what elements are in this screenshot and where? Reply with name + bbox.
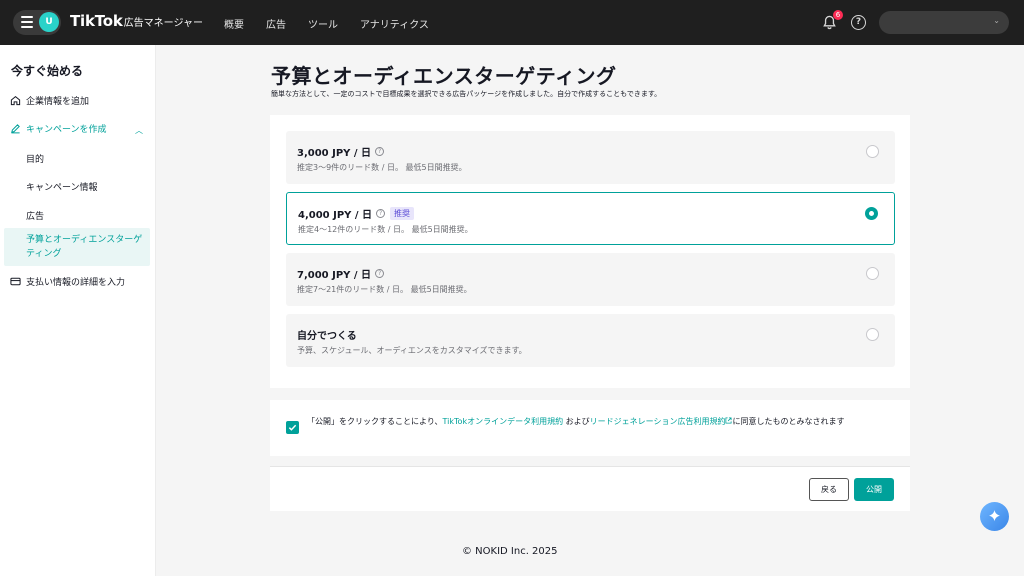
publish-button[interactable]: 公開 — [854, 478, 894, 501]
option-title: 7,000 JPY / 日? — [297, 266, 385, 281]
recommended-badge: 推奨 — [390, 207, 415, 220]
checkmark-icon — [288, 424, 297, 431]
sidebar-item-label: キャンペーンを作成 — [26, 125, 107, 135]
top-bar: U TikTok 広告マネージャー 概要 広告 ツール アナリティクス 6 ? … — [0, 0, 1024, 45]
option-title: 自分でつくる — [297, 327, 357, 342]
option-radio[interactable] — [866, 328, 879, 341]
chevron-down-icon: ⌄ — [993, 16, 1000, 25]
chevron-up-icon[interactable]: ︿ — [135, 125, 143, 136]
copyright: © NOKID Inc. 2025 — [462, 546, 558, 557]
option-radio[interactable] — [866, 267, 879, 280]
consent-mid: および — [563, 417, 590, 426]
option-title-text: 3,000 JPY / 日 — [297, 148, 372, 159]
sidebar-subitem-label: 予算とオーディエンスターゲティング — [26, 235, 143, 259]
budget-option-3000[interactable]: 3,000 JPY / 日? 推定3〜9件のリード数 / 日。 最低5日間推奨。 — [286, 131, 895, 184]
sidebar-subitem-budget-targeting[interactable]: 予算とオーディエンスターゲティング — [4, 228, 150, 266]
help-icon[interactable]: ? — [851, 15, 866, 30]
nav-ads[interactable]: 広告 — [266, 16, 286, 31]
notification-badge: 6 — [833, 10, 843, 20]
budget-option-7000[interactable]: 7,000 JPY / 日? 推定7〜21件のリード数 / 日。 最低5日間推奨… — [286, 253, 895, 306]
page-subtitle: 簡単な方法として、一定のコストで目標成果を選択できる広告パッケージを作成しました… — [271, 90, 662, 98]
option-description: 推定4〜12件のリード数 / 日。 最低5日間推奨。 — [298, 225, 473, 234]
budget-option-4000[interactable]: 4,000 JPY / 日? 推奨 推定4〜12件のリード数 / 日。 最低5日間… — [286, 192, 895, 245]
sidebar-item-create-campaign[interactable]: キャンペーンを作成 — [10, 122, 107, 135]
brand-name: TikTok — [70, 12, 123, 30]
consent-prefix: 「公開」をクリックすることにより、 — [307, 417, 443, 426]
leadgen-terms-link[interactable]: リードジェネレーション広告利用規約 — [590, 417, 726, 426]
home-icon — [10, 95, 21, 106]
brand-subtitle: 広告マネージャー — [123, 18, 203, 29]
budget-option-custom[interactable]: 自分でつくる 予算、スケジュール、オーディエンスをカスタマイズできます。 — [286, 314, 895, 367]
option-title-text: 7,000 JPY / 日 — [297, 270, 372, 281]
consent-panel: 「公開」をクリックすることにより、TikTokオンラインデータ利用規約 およびリ… — [270, 400, 910, 456]
option-radio[interactable] — [866, 145, 879, 158]
sidebar-subitem-campaign-info[interactable]: キャンペーン情報 — [26, 180, 98, 193]
back-button[interactable]: 戻る — [809, 478, 849, 501]
option-description: 推定7〜21件のリード数 / 日。 最低5日間推奨。 — [297, 285, 472, 294]
hamburger-icon — [21, 16, 33, 28]
sidebar-item-company-info[interactable]: 企業情報を追加 — [10, 94, 89, 107]
option-title: 4,000 JPY / 日? 推奨 — [298, 206, 415, 221]
edit-icon — [11, 124, 20, 134]
sidebar-title: 今すぐ始める — [11, 64, 84, 78]
account-switcher[interactable]: ⌄ — [879, 11, 1009, 34]
budget-options-panel: 3,000 JPY / 日? 推定3〜9件のリード数 / 日。 最低5日間推奨。… — [270, 115, 910, 388]
info-icon[interactable]: ? — [376, 209, 386, 218]
page-title: 予算とオーディエンスターゲティング — [271, 64, 617, 88]
sidebar-item-label: 支払い情報の詳細を入力 — [26, 278, 126, 288]
consent-checkbox[interactable] — [286, 421, 299, 434]
brand-logo[interactable]: TikTok 広告マネージャー — [70, 12, 203, 30]
nav-tools[interactable]: ツール — [308, 16, 338, 31]
option-radio-selected[interactable] — [865, 207, 878, 220]
action-bar: 戻る 公開 — [270, 466, 910, 511]
option-description: 推定3〜9件のリード数 / 日。 最低5日間推奨。 — [297, 163, 467, 172]
top-nav: 概要 広告 ツール アナリティクス — [224, 16, 451, 31]
option-title-text: 4,000 JPY / 日 — [298, 210, 373, 221]
sidebar: 今すぐ始める 企業情報を追加 キャンペーンを作成 ︿ 目的 キャンペーン情報 広… — [0, 45, 156, 576]
sidebar-item-payment-info[interactable]: 支払い情報の詳細を入力 — [10, 275, 125, 288]
assistant-button[interactable] — [980, 502, 1009, 531]
sparkle-icon — [988, 509, 1001, 522]
consent-suffix: に同意したものとみなされます — [732, 417, 845, 426]
info-icon[interactable]: ? — [375, 147, 385, 156]
option-title-text: 自分でつくる — [297, 331, 357, 342]
nav-analytics[interactable]: アナリティクス — [360, 16, 429, 31]
card-icon — [10, 277, 21, 286]
sidebar-item-label: 企業情報を追加 — [26, 97, 90, 107]
sidebar-subitem-objective[interactable]: 目的 — [26, 152, 44, 165]
consent-text: 「公開」をクリックすることにより、TikTokオンラインデータ利用規約 およびリ… — [307, 415, 903, 428]
nav-overview[interactable]: 概要 — [224, 16, 244, 31]
data-terms-link[interactable]: TikTokオンラインデータ利用規約 — [443, 417, 564, 426]
option-description: 予算、スケジュール、オーディエンスをカスタマイズできます。 — [297, 346, 527, 355]
option-title: 3,000 JPY / 日? — [297, 144, 385, 159]
user-avatar[interactable]: U — [39, 12, 59, 32]
info-icon[interactable]: ? — [375, 269, 385, 278]
sidebar-subitem-ads[interactable]: 広告 — [26, 209, 44, 222]
